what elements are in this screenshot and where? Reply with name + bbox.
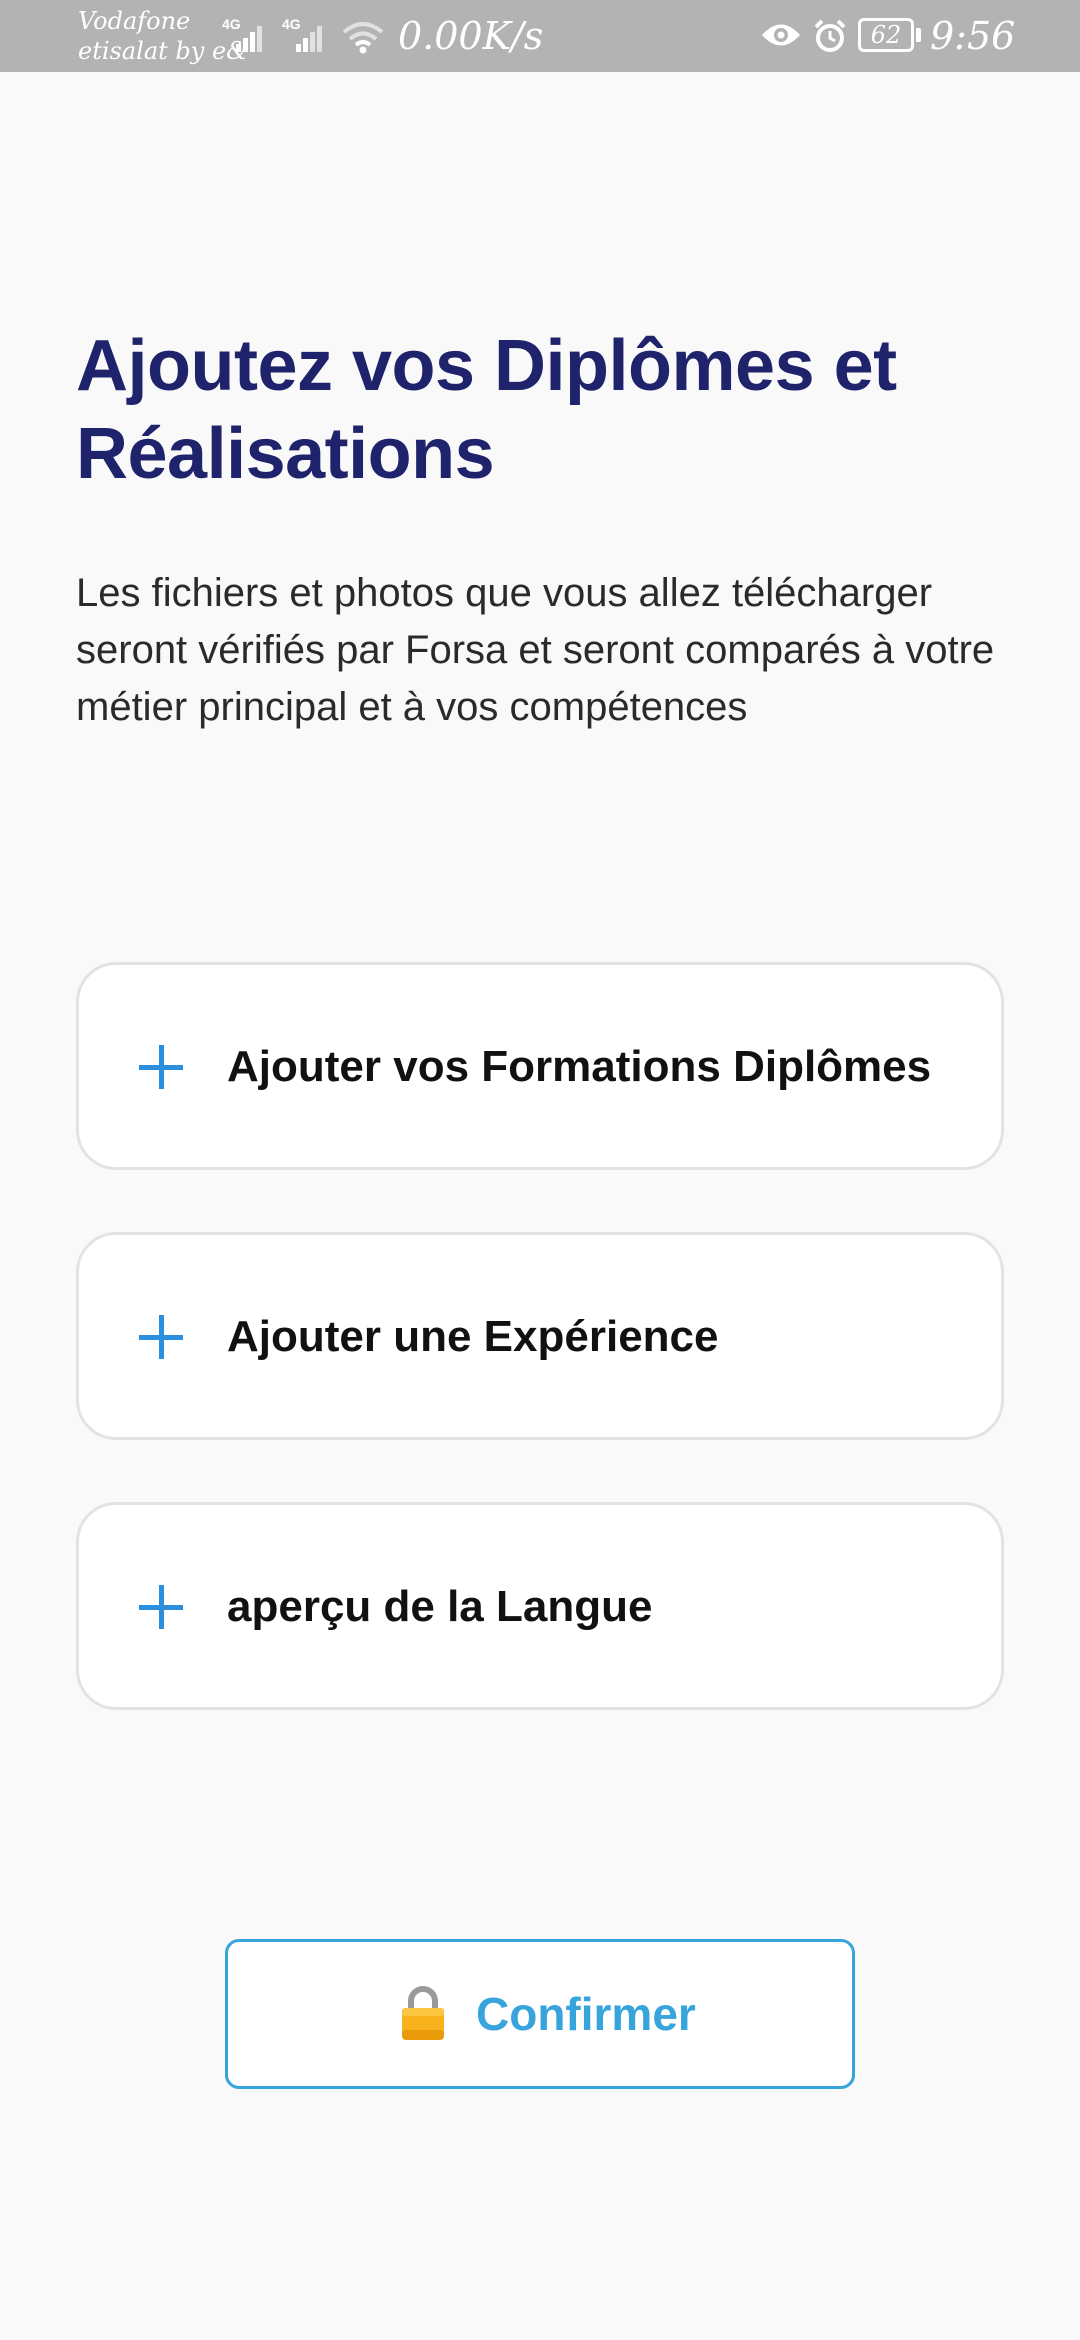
plus-icon [139, 1045, 183, 1089]
wifi-icon [342, 22, 384, 54]
status-time: 9:56 [930, 14, 1016, 58]
status-bar: Vodafone etisalat by e& 4G 4G 0.00K/s 62 [0, 0, 1080, 72]
signal-strength-icon: 4G [282, 16, 328, 56]
signal-strength-icon: 4G [222, 16, 268, 56]
add-language-button[interactable]: aperçu de la Langue [76, 1502, 1004, 1710]
alarm-icon [814, 19, 846, 52]
confirm-button[interactable]: Confirmer [225, 1939, 855, 2089]
battery-level: 62 [870, 21, 902, 49]
page-description: Les fichiers et photos que vous allez té… [76, 571, 995, 729]
add-experience-label: Ajouter une Expérience [227, 1312, 719, 1361]
network-type-label: 4G [282, 16, 301, 32]
add-education-label: Ajouter vos Formations Diplômes [227, 1042, 932, 1091]
eye-icon [762, 24, 800, 46]
plus-icon [139, 1585, 183, 1629]
plus-icon [139, 1315, 183, 1359]
add-language-label: aperçu de la Langue [227, 1582, 653, 1631]
battery-icon: 62 [858, 18, 914, 52]
confirm-label: Confirmer [476, 1988, 696, 2040]
page-title: Ajoutez vos Diplômes et Réalisations [76, 326, 897, 494]
battery-tip [916, 28, 921, 42]
add-experience-button[interactable]: Ajouter une Expérience [76, 1232, 1004, 1440]
network-speed: 0.00K/s [398, 14, 544, 58]
lock-icon [402, 1986, 444, 2040]
add-education-button[interactable]: Ajouter vos Formations Diplômes [76, 962, 1004, 1170]
network-type-label: 4G [222, 16, 241, 32]
